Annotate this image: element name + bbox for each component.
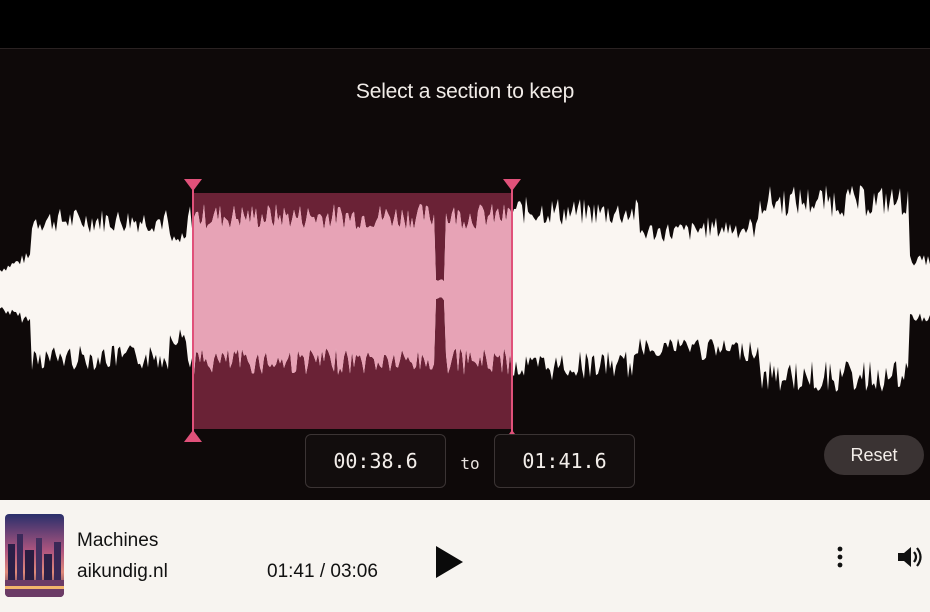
waveform[interactable] <box>0 129 930 449</box>
audio-trim-editor: Select a section to keep 00:38.6 to 01:4… <box>0 48 930 501</box>
selection-start-handle-top[interactable] <box>184 179 202 191</box>
more-options-button[interactable] <box>829 544 851 570</box>
selection-end-handle-top[interactable] <box>503 179 521 191</box>
volume-icon <box>898 547 922 567</box>
track-title: Machines <box>77 530 159 551</box>
play-icon <box>436 546 463 578</box>
start-time-field[interactable]: 00:38.6 <box>305 434 446 488</box>
volume-button[interactable] <box>895 542 925 572</box>
track-artist: aikundig.nl <box>77 561 168 582</box>
instruction-text: Select a section to keep <box>355 80 575 103</box>
to-label: to <box>460 454 480 473</box>
selection-start-handle-bottom[interactable] <box>184 430 202 442</box>
waveform-selected-shape <box>194 204 512 375</box>
audio-player: Machines aikundig.nl 01:41 / 03:06 <box>0 500 930 612</box>
play-button[interactable] <box>430 542 468 582</box>
end-time-field[interactable]: 01:41.6 <box>494 434 635 488</box>
top-bar <box>0 0 930 48</box>
album-cover <box>5 514 64 597</box>
playback-time: 01:41 / 03:06 <box>267 561 378 582</box>
reset-button[interactable]: Reset <box>824 435 924 475</box>
more-vertical-icon <box>837 546 843 568</box>
